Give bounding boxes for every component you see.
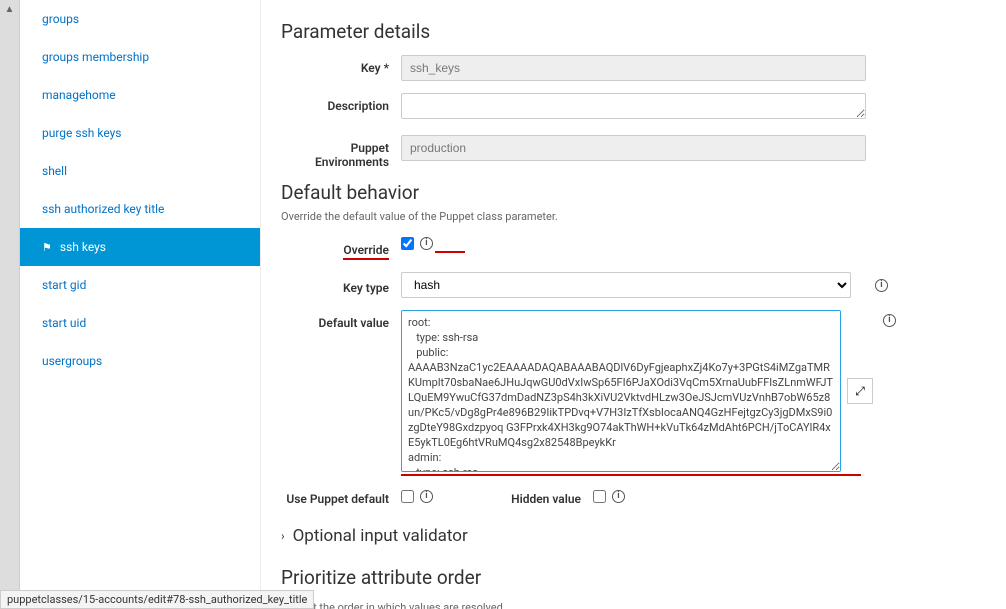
hidden-value-label: Hidden value (493, 486, 593, 506)
key-label: Key * (281, 55, 401, 75)
override-checkbox[interactable] (401, 237, 414, 250)
sidebar-item-ssh-keys[interactable]: ⚑ ssh keys (20, 228, 260, 266)
default-behavior-heading: Default behavior (281, 181, 976, 204)
sidebar-item-usergroups[interactable]: usergroups (20, 342, 260, 380)
sidebar-item-label: purge ssh keys (42, 126, 121, 140)
info-icon[interactable]: i (420, 237, 433, 250)
prioritize-subtext: Set the order in which values are resolv… (301, 601, 506, 609)
info-icon[interactable]: i (883, 314, 896, 327)
sidebar-item-label: managehome (42, 88, 116, 102)
default-value-textarea[interactable] (401, 310, 841, 472)
sidebar-item-ssh-authorized-key-title[interactable]: ssh authorized key title (20, 190, 260, 228)
sidebar-item-managehome[interactable]: managehome (20, 76, 260, 114)
sidebar-item-start-gid[interactable]: start gid (20, 266, 260, 304)
key-type-label: Key type (281, 275, 401, 295)
default-behavior-subtext: Override the default value of the Puppet… (281, 210, 976, 223)
key-type-select[interactable]: hash (401, 272, 851, 298)
sidebar-item-label: start uid (42, 316, 86, 330)
override-label: Override (281, 237, 401, 260)
puppet-env-input (401, 135, 866, 161)
expand-button[interactable]: ⤢ (847, 378, 873, 404)
red-underline-marker (401, 474, 861, 476)
prioritize-note: i Set the order in which values are reso… (281, 601, 976, 609)
chevron-right-icon: › (281, 529, 285, 543)
prioritize-heading: Prioritize attribute order (281, 566, 976, 589)
sidebar-item-label: groups (42, 12, 79, 26)
use-puppet-default-checkbox[interactable] (401, 490, 414, 503)
sidebar-item-label: usergroups (42, 354, 102, 368)
key-input (401, 55, 866, 81)
info-icon[interactable]: i (612, 490, 625, 503)
sidebar-item-label: groups membership (42, 50, 149, 64)
sidebar-item-groups[interactable]: groups (20, 0, 260, 38)
info-icon[interactable]: i (875, 279, 888, 292)
hidden-value-checkbox[interactable] (593, 490, 606, 503)
scroll-up-arrow[interactable]: ▲ (5, 4, 15, 15)
sidebar-item-groups-membership[interactable]: groups membership (20, 38, 260, 76)
description-label: Description (281, 93, 401, 113)
collapsible-title: Optional input validator (293, 526, 468, 546)
default-value-label: Default value (281, 310, 401, 330)
sidebar-item-label: ssh keys (60, 240, 106, 254)
use-puppet-default-label: Use Puppet default (281, 486, 401, 506)
sidebar-item-purge-ssh-keys[interactable]: purge ssh keys (20, 114, 260, 152)
info-icon[interactable]: i (420, 490, 433, 503)
parameter-details-heading: Parameter details (281, 20, 976, 43)
sidebar-item-shell[interactable]: shell (20, 152, 260, 190)
sidebar-item-label: ssh authorized key title (42, 202, 164, 216)
status-bar: puppetclasses/15-accounts/edit#78-ssh_au… (0, 590, 314, 609)
flag-icon: ⚑ (42, 241, 52, 254)
sidebar: groups groups membership managehome purg… (20, 0, 260, 609)
description-textarea[interactable] (401, 93, 866, 119)
left-rail: ▲ (0, 0, 20, 609)
main-content: Parameter details Key * Description Pupp… (260, 0, 1006, 609)
sidebar-item-start-uid[interactable]: start uid (20, 304, 260, 342)
sidebar-item-label: start gid (42, 278, 86, 292)
sidebar-item-label: shell (42, 164, 67, 178)
optional-input-validator-toggle[interactable]: › Optional input validator (281, 526, 976, 546)
expand-icon: ⤢ (855, 384, 865, 399)
puppet-env-label: Puppet Environments (281, 135, 401, 169)
